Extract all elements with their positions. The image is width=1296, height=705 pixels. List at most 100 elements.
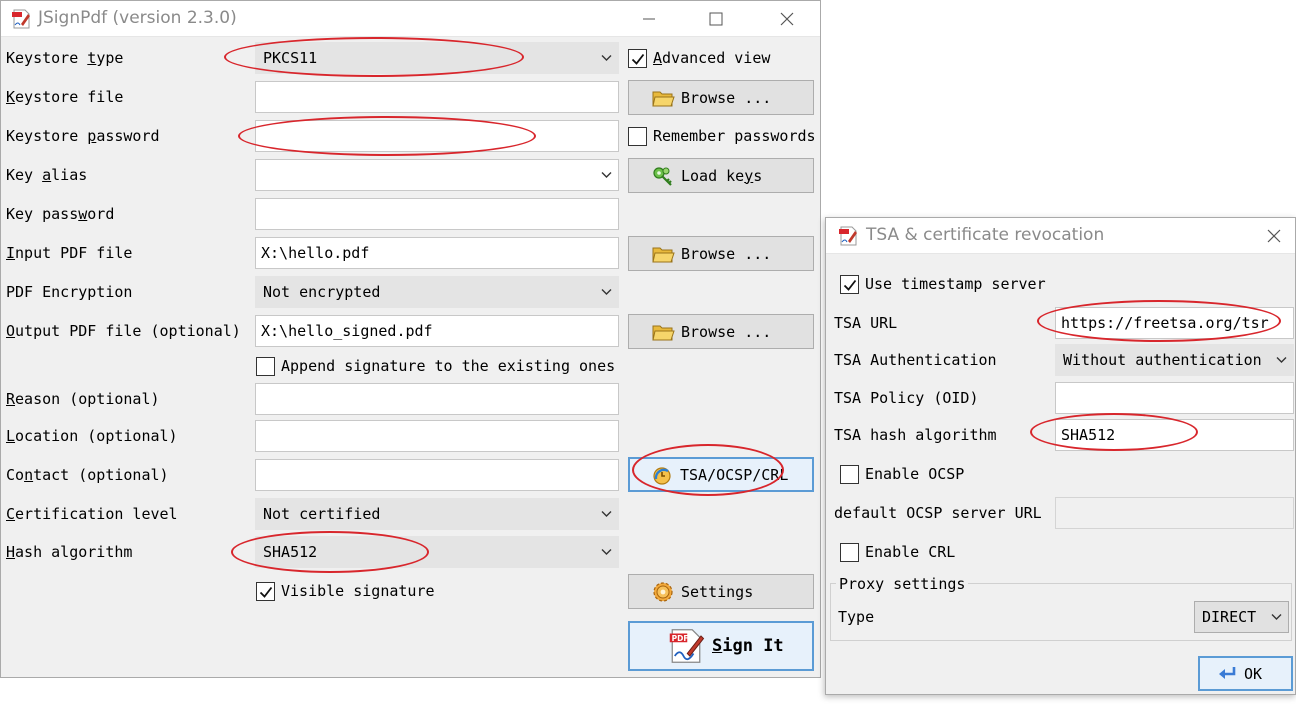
browse-input-label: Browse ...: [681, 244, 772, 263]
key-alias-select[interactable]: [255, 159, 619, 191]
tsa-policy-label: TSA Policy (OID): [834, 389, 979, 407]
enable-crl-label: Enable CRL: [865, 543, 956, 561]
tsa-ocsp-crl-button[interactable]: TSA/OCSP/CRL: [628, 457, 814, 492]
maximize-button[interactable]: [693, 1, 739, 37]
hash-algorithm-value: SHA512: [263, 543, 318, 561]
keystore-file-input[interactable]: [255, 81, 619, 113]
tsa-policy-input[interactable]: [1055, 382, 1294, 414]
maximize-icon: [709, 12, 723, 26]
input-pdf-input[interactable]: X:\hello.pdf: [255, 237, 619, 269]
chevron-down-icon: [1276, 356, 1287, 364]
pdf-encryption-label: PDF Encryption: [6, 283, 133, 301]
certification-level-select[interactable]: Not certified: [255, 498, 619, 530]
checkmark-icon: [842, 277, 858, 293]
proxy-type-label: Type: [838, 608, 875, 626]
browse-input-pdf-button[interactable]: Browse ...: [628, 236, 814, 271]
pdf-encryption-value: Not encrypted: [263, 283, 381, 301]
tsa-authentication-label: TSA Authentication: [834, 351, 997, 369]
pdf-sign-icon: [666, 626, 706, 666]
location-label: Location (optional): [6, 427, 178, 445]
enable-crl-checkbox[interactable]: [840, 543, 859, 562]
checkmark-icon: [630, 51, 646, 67]
enable-ocsp-label: Enable OCSP: [865, 465, 965, 483]
settings-label: Settings: [681, 582, 754, 601]
chevron-down-icon: [601, 510, 612, 518]
proxy-settings-title: Proxy settings: [836, 574, 969, 594]
advanced-view-label: Advanced view: [653, 49, 771, 67]
load-keys-button[interactable]: Load keys: [628, 158, 814, 193]
tsa-close-button[interactable]: [1251, 218, 1296, 254]
settings-button[interactable]: Settings: [628, 574, 814, 609]
reason-input[interactable]: [255, 383, 619, 415]
tsa-clock-icon: [650, 463, 674, 487]
browse-keystore-label: Browse ...: [681, 88, 772, 107]
hash-algorithm-label: Hash algorithm: [6, 543, 133, 561]
close-icon: [780, 12, 794, 26]
keystore-type-value: PKCS11: [263, 49, 318, 67]
proxy-type-select[interactable]: DIRECT: [1194, 601, 1289, 633]
chevron-down-icon: [1271, 613, 1282, 621]
chevron-down-icon: [601, 171, 612, 179]
keystore-password-label: Keystore password: [6, 127, 160, 145]
browse-output-label: Browse ...: [681, 322, 772, 341]
key-password-input[interactable]: [255, 198, 619, 230]
sign-it-label: Sign It: [712, 636, 784, 656]
chevron-down-icon: [601, 548, 612, 556]
tsa-hash-input[interactable]: SHA512: [1055, 419, 1294, 451]
enable-ocsp-checkbox[interactable]: [840, 465, 859, 484]
close-icon: [1267, 229, 1281, 243]
location-input[interactable]: [255, 420, 619, 452]
visible-signature-checkbox[interactable]: [256, 582, 275, 601]
visible-signature-label: Visible signature: [281, 582, 435, 600]
chevron-down-icon: [601, 54, 612, 62]
minimize-button[interactable]: [626, 1, 672, 37]
main-titlebar: JSignPdf (version 2.3.0): [1, 1, 820, 37]
return-arrow-icon: [1214, 662, 1238, 686]
tsa-url-label: TSA URL: [834, 314, 898, 332]
certification-level-label: Certification level: [6, 505, 178, 523]
sign-it-button[interactable]: Sign It: [628, 621, 814, 671]
chevron-down-icon: [601, 288, 612, 296]
input-pdf-label: Input PDF file: [6, 244, 133, 262]
advanced-view-checkbox[interactable]: [628, 49, 647, 68]
gear-icon: [651, 580, 675, 604]
ocsp-url-label: default OCSP server URL: [834, 504, 1042, 522]
ok-label: OK: [1244, 664, 1263, 683]
output-pdf-label: Output PDF file (optional): [6, 322, 241, 340]
ok-button[interactable]: OK: [1198, 656, 1293, 691]
remember-passwords-checkbox[interactable]: [628, 127, 647, 146]
checkmark-icon: [258, 584, 274, 600]
keystore-file-label: Keystore file: [6, 88, 124, 106]
key-password-label: Key password: [6, 205, 115, 223]
remember-passwords-label: Remember passwords: [653, 127, 816, 145]
certification-level-value: Not certified: [263, 505, 381, 523]
output-pdf-input[interactable]: X:\hello_signed.pdf: [255, 315, 619, 347]
tsa-url-input[interactable]: https://freetsa.org/tsr: [1055, 307, 1294, 339]
append-signature-checkbox[interactable]: [256, 357, 275, 376]
pdf-encryption-select[interactable]: Not encrypted: [255, 276, 619, 308]
contact-label: Contact (optional): [6, 466, 169, 484]
browse-output-pdf-button[interactable]: Browse ...: [628, 314, 814, 349]
browse-keystore-button[interactable]: Browse ...: [628, 80, 814, 115]
tsa-hash-label: TSA hash algorithm: [834, 426, 997, 444]
use-timestamp-label: Use timestamp server: [865, 275, 1046, 293]
tsa-titlebar: TSA & certificate revocation: [826, 218, 1295, 254]
key-alias-label: Key alias: [6, 166, 88, 184]
tsa-dialog-title: TSA & certificate revocation: [866, 225, 1105, 245]
append-signature-label: Append signature to the existing ones: [281, 357, 616, 375]
keystore-password-input[interactable]: [255, 120, 619, 152]
ocsp-url-input[interactable]: [1055, 497, 1294, 529]
tsa-dialog: TSA & certificate revocation Use timesta…: [825, 217, 1296, 695]
tsa-authentication-value: Without authentication: [1063, 351, 1262, 369]
jsignpdf-app-icon: [837, 225, 859, 247]
use-timestamp-checkbox[interactable]: [840, 275, 859, 294]
reason-label: Reason (optional): [6, 390, 160, 408]
close-button[interactable]: [764, 1, 810, 37]
hash-algorithm-select[interactable]: SHA512: [255, 536, 619, 568]
load-keys-label: Load keys: [681, 166, 763, 185]
contact-input[interactable]: [255, 459, 619, 491]
folder-icon: [651, 86, 675, 110]
keys-icon: [651, 164, 675, 188]
tsa-authentication-select[interactable]: Without authentication: [1055, 344, 1294, 376]
keystore-type-select[interactable]: PKCS11: [255, 42, 619, 74]
